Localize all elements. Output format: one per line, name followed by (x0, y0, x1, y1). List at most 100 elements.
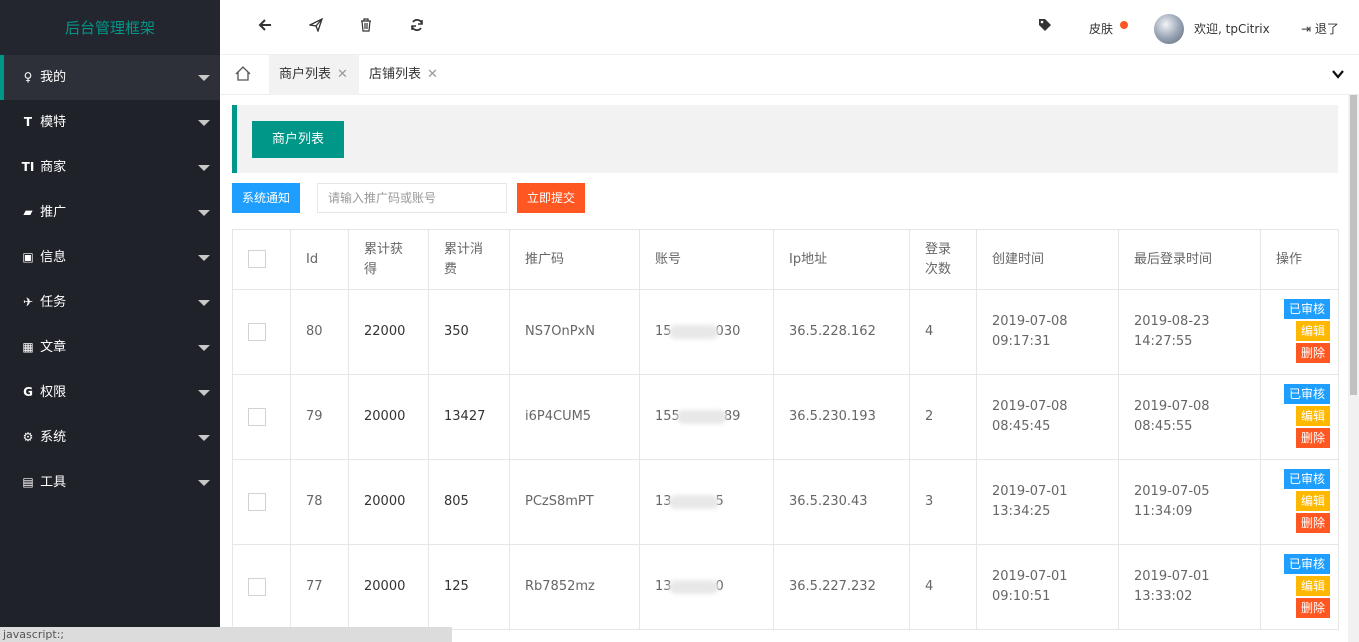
welcome-user[interactable]: 欢迎, tpCitrix (1194, 20, 1270, 37)
row-checkbox[interactable] (248, 322, 266, 341)
sidebar-item[interactable]: ✈ 任务 (0, 280, 220, 325)
cell-ip: 36.5.227.232 (773, 544, 910, 630)
tab-shop-list[interactable]: 店铺列表 ✕ (359, 55, 449, 95)
edit-button[interactable]: 编辑 (1295, 406, 1330, 426)
col-account[interactable]: 账号 (639, 229, 774, 290)
search-input[interactable] (317, 183, 507, 213)
sidebar: 后台管理框架 ♀ 我的 T 模特 TI 商家 ▰ 推广 ▣ 信息 ✈ 任务 ▦ 文章 G 权限… (0, 0, 220, 642)
tab-merchant-list[interactable]: 商户列表 ✕ (269, 55, 359, 95)
page-title-bar (232, 105, 1338, 173)
cell-last-login: 2019-07-01 13:33:02 (1118, 544, 1261, 630)
tab-label: 店铺列表 (369, 67, 422, 82)
select-all-checkbox[interactable] (248, 250, 266, 268)
cell-login-count: 2 (909, 374, 977, 460)
back-arrow-icon[interactable] (258, 18, 272, 36)
table-row: 78 20000 805 PCzS8mPT 13 5 36.5.230.43 3 2019-07… (232, 459, 1339, 545)
send-icon[interactable] (307, 17, 324, 36)
cell-ops: 已审核 编辑 删除 (1260, 459, 1339, 545)
page-title-button[interactable]: 商户列表 (252, 121, 344, 158)
row-checkbox[interactable] (248, 577, 266, 596)
col-last-login[interactable]: 最后登录时间 (1118, 229, 1261, 290)
cell-id: 78 (290, 459, 349, 545)
col-id[interactable]: Id (290, 229, 349, 290)
edit-button[interactable]: 编辑 (1295, 576, 1330, 596)
plane-icon: ✈ (22, 295, 34, 309)
scrollbar[interactable] (1348, 95, 1359, 642)
trash-icon[interactable] (360, 18, 372, 36)
sidebar-item-label: 信息 (40, 250, 67, 265)
col-created[interactable]: 创建时间 (976, 229, 1119, 290)
chevron-down-icon[interactable] (198, 120, 210, 126)
logout-link[interactable]: ⇥ 退了 (1301, 20, 1339, 37)
sidebar-item[interactable]: ⚙ 系统 (0, 415, 220, 460)
chevron-down-icon[interactable] (198, 75, 210, 81)
chevron-down-icon[interactable] (198, 300, 210, 306)
app-logo[interactable]: 后台管理框架 (0, 0, 220, 55)
cell-last-login: 2019-08-23 14:27:55 (1118, 289, 1261, 375)
sidebar-item[interactable]: ▦ 文章 (0, 325, 220, 370)
approved-button[interactable]: 已审核 (1283, 554, 1330, 574)
text-icon: T (23, 115, 33, 129)
last-login-time: 13:33:02 (1134, 589, 1193, 604)
col-ops: 操作 (1260, 229, 1339, 290)
redacted-mask (676, 409, 727, 424)
avatar[interactable] (1154, 14, 1184, 44)
system-notice-button[interactable]: 系统通知 (232, 183, 300, 213)
chevron-down-icon[interactable] (198, 390, 210, 396)
cell-id: 79 (290, 374, 349, 460)
scrollbar-thumb[interactable] (1350, 95, 1357, 395)
redacted-mask (668, 324, 719, 339)
refresh-icon[interactable] (410, 18, 424, 36)
col-ip[interactable]: Ip地址 (773, 229, 910, 290)
cell-created: 2019-07-01 13:34:25 (976, 459, 1119, 545)
sidebar-item-label: 推广 (40, 205, 67, 220)
approved-button[interactable]: 已审核 (1283, 384, 1330, 404)
edit-button[interactable]: 编辑 (1295, 491, 1330, 511)
delete-button[interactable]: 删除 (1295, 598, 1330, 618)
chevron-down-icon[interactable] (198, 210, 210, 216)
chevron-down-icon[interactable] (198, 480, 210, 486)
submit-button[interactable]: 立即提交 (517, 183, 585, 213)
chevron-down-icon[interactable] (198, 165, 210, 171)
chevron-down-icon[interactable] (1331, 67, 1345, 81)
select-all-cell (232, 229, 291, 290)
sidebar-item-label: 任务 (40, 295, 67, 310)
sidebar-item[interactable]: ▰ 推广 (0, 190, 220, 235)
edit-button[interactable]: 编辑 (1295, 321, 1330, 341)
row-checkbox[interactable] (248, 407, 266, 426)
row-checkbox[interactable] (248, 492, 266, 511)
delete-button[interactable]: 删除 (1295, 343, 1330, 363)
close-icon[interactable]: ✕ (337, 67, 348, 82)
sidebar-item[interactable]: ♀ 我的 (0, 55, 220, 100)
sidebar-item[interactable]: G 权限 (0, 370, 220, 415)
delete-button[interactable]: 删除 (1295, 513, 1330, 533)
col-promo-code[interactable]: 推广码 (509, 229, 640, 290)
sidebar-item[interactable]: ▣ 信息 (0, 235, 220, 280)
col-login-count[interactable]: 登录次数 (909, 229, 977, 290)
sidebar-item-label: 商家 (40, 160, 67, 175)
chevron-down-icon[interactable] (198, 345, 210, 351)
sidebar-item[interactable]: TI 商家 (0, 145, 220, 190)
approved-button[interactable]: 已审核 (1283, 299, 1330, 319)
sidebar-item[interactable]: ▤ 工具 (0, 460, 220, 505)
chevron-down-icon[interactable] (198, 255, 210, 261)
browser-status-bar: javascript:; (0, 627, 452, 642)
tag-icon[interactable] (1038, 18, 1052, 36)
cell-promo-code: Rb7852mz (509, 544, 640, 630)
chevron-down-icon[interactable] (198, 435, 210, 441)
created-time: 09:10:51 (992, 589, 1051, 604)
book-icon: ▰ (23, 205, 33, 219)
home-icon[interactable] (234, 65, 254, 85)
approved-button[interactable]: 已审核 (1283, 469, 1330, 489)
col-earned[interactable]: 累计获得 (348, 229, 429, 290)
col-spent[interactable]: 累计消费 (428, 229, 510, 290)
close-icon[interactable]: ✕ (427, 67, 438, 82)
delete-button[interactable]: 删除 (1295, 428, 1330, 448)
tab-label: 商户列表 (279, 67, 332, 82)
table-row: 77 20000 125 Rb7852mz 13 0 36.5.227.232 4 2019-0… (232, 544, 1339, 630)
cell-created: 2019-07-08 08:45:45 (976, 374, 1119, 460)
skin-menu[interactable]: 皮肤 (1089, 20, 1113, 37)
sidebar-item[interactable]: T 模特 (0, 100, 220, 145)
last-login-time: 08:45:55 (1134, 419, 1193, 434)
created-date: 2019-07-01 (992, 484, 1068, 499)
